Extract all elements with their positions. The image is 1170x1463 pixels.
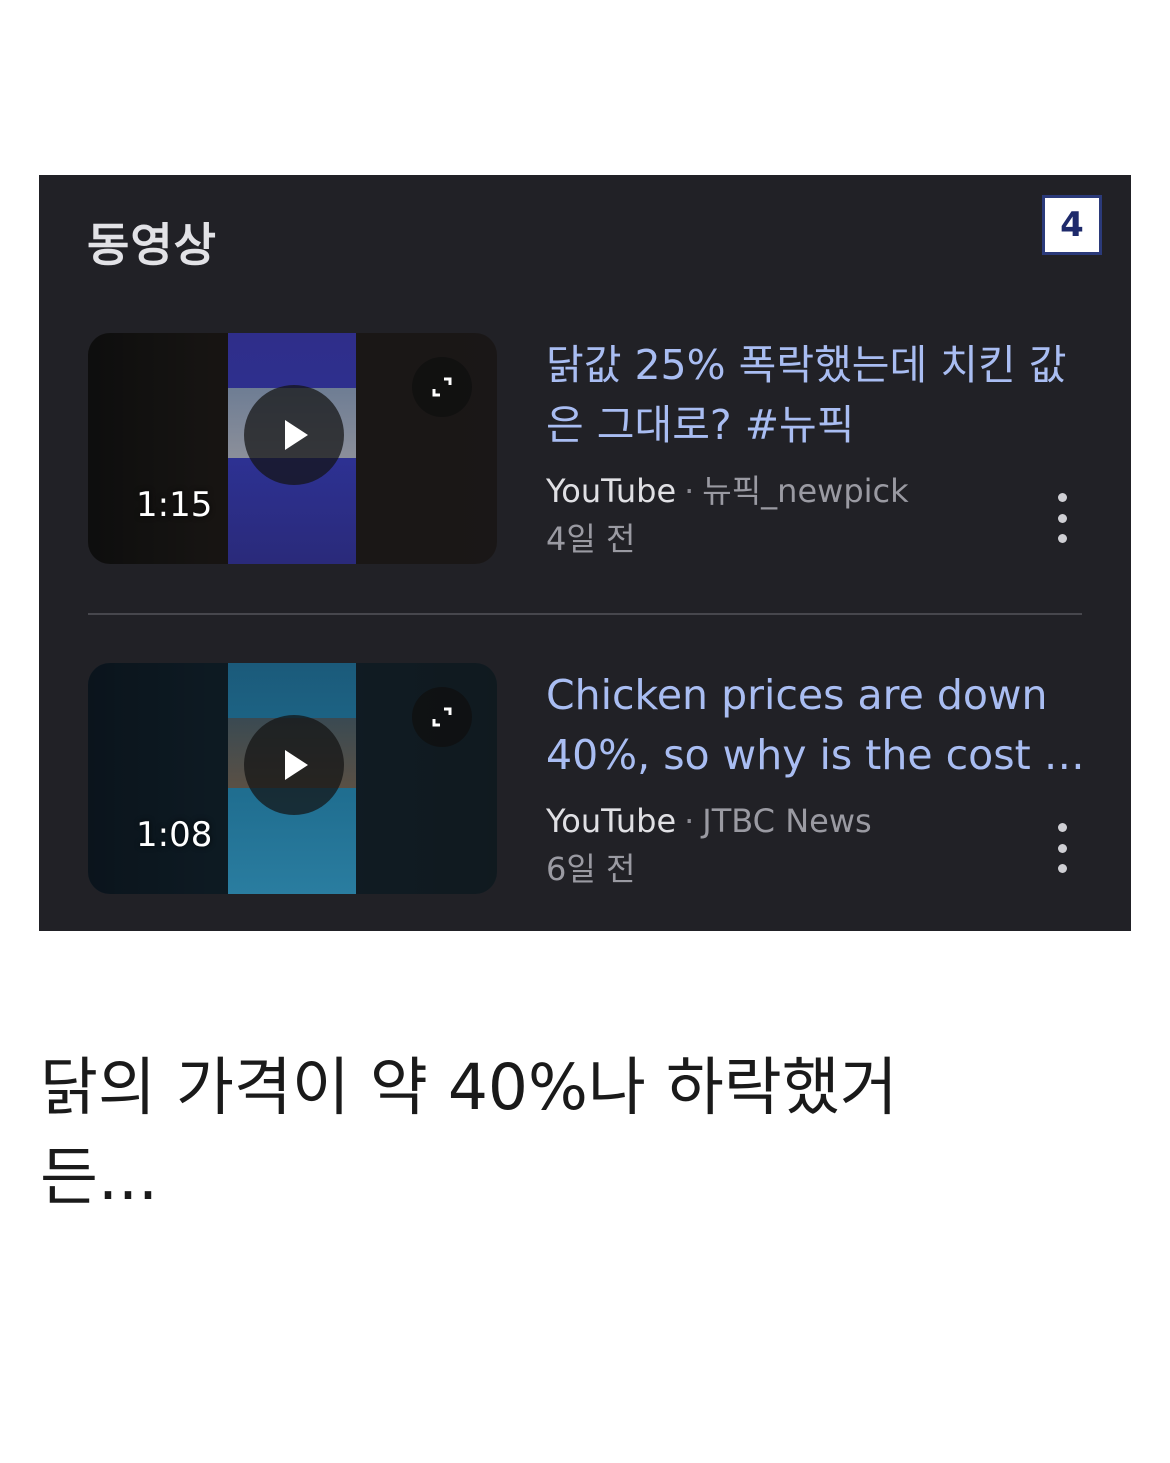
video-channel: 뉴픽_newpick xyxy=(702,472,909,510)
thumbnail-background xyxy=(88,333,228,564)
video-title-link[interactable]: Chicken prices are down 40%, so why is t… xyxy=(546,665,1086,785)
section-title: 동영상 xyxy=(87,218,217,272)
video-channel: JTBC News xyxy=(702,802,872,840)
meta-separator: · xyxy=(684,472,695,510)
expand-button[interactable] xyxy=(412,357,472,417)
caption-line: 닭의 가격이 약 40%나 하락했거 xyxy=(40,1051,898,1124)
page-number-badge: 4 xyxy=(1042,195,1102,255)
play-button[interactable] xyxy=(244,715,344,815)
more-vert-icon xyxy=(1057,534,1067,543)
play-icon xyxy=(285,420,308,450)
more-vert-icon xyxy=(1057,843,1067,853)
video-duration: 1:15 xyxy=(136,485,213,525)
expand-button[interactable] xyxy=(412,687,472,747)
play-icon xyxy=(285,750,308,780)
video-title-link[interactable]: 닭값 25% 폭락했는데 치킨 값은 그대로? #뉴픽 xyxy=(546,335,1086,455)
video-result-1[interactable]: 1:15 닭값 25% 폭락했는데 치킨 값은 그대로? #뉴픽 YouTube… xyxy=(39,333,1131,565)
video-age: 6일 전 xyxy=(546,850,636,888)
more-options-button[interactable] xyxy=(1047,823,1077,873)
more-vert-icon xyxy=(1057,493,1067,502)
meta-separator: · xyxy=(684,802,695,840)
thumbnail-background xyxy=(88,663,228,894)
more-vert-icon xyxy=(1057,513,1067,523)
expand-icon xyxy=(432,707,452,727)
caption-text: 닭의 가격이 약 40%나 하락했거 든... xyxy=(40,1043,1040,1223)
video-duration: 1:08 xyxy=(136,815,213,855)
expand-icon xyxy=(432,377,452,397)
more-vert-icon xyxy=(1057,864,1067,873)
video-thumbnail[interactable]: 1:15 xyxy=(88,333,497,564)
play-button[interactable] xyxy=(244,385,344,485)
caption-line: 든... xyxy=(40,1141,159,1214)
video-result-2[interactable]: 1:08 Chicken prices are down 40%, so why… xyxy=(39,663,1131,895)
more-vert-icon xyxy=(1057,823,1067,832)
more-options-button[interactable] xyxy=(1047,493,1077,543)
video-meta: YouTube · JTBC News xyxy=(546,801,872,841)
video-age: 4일 전 xyxy=(546,520,636,558)
video-results-panel: 동영상 4 1:15 닭값 25% 폭락했는데 치킨 값은 그대로? #뉴픽 Y… xyxy=(39,175,1131,931)
video-thumbnail[interactable]: 1:08 xyxy=(88,663,497,894)
video-meta: YouTube · 뉴픽_newpick xyxy=(546,471,909,511)
video-source: YouTube xyxy=(546,802,677,840)
video-source: YouTube xyxy=(546,472,677,510)
divider xyxy=(88,613,1082,615)
